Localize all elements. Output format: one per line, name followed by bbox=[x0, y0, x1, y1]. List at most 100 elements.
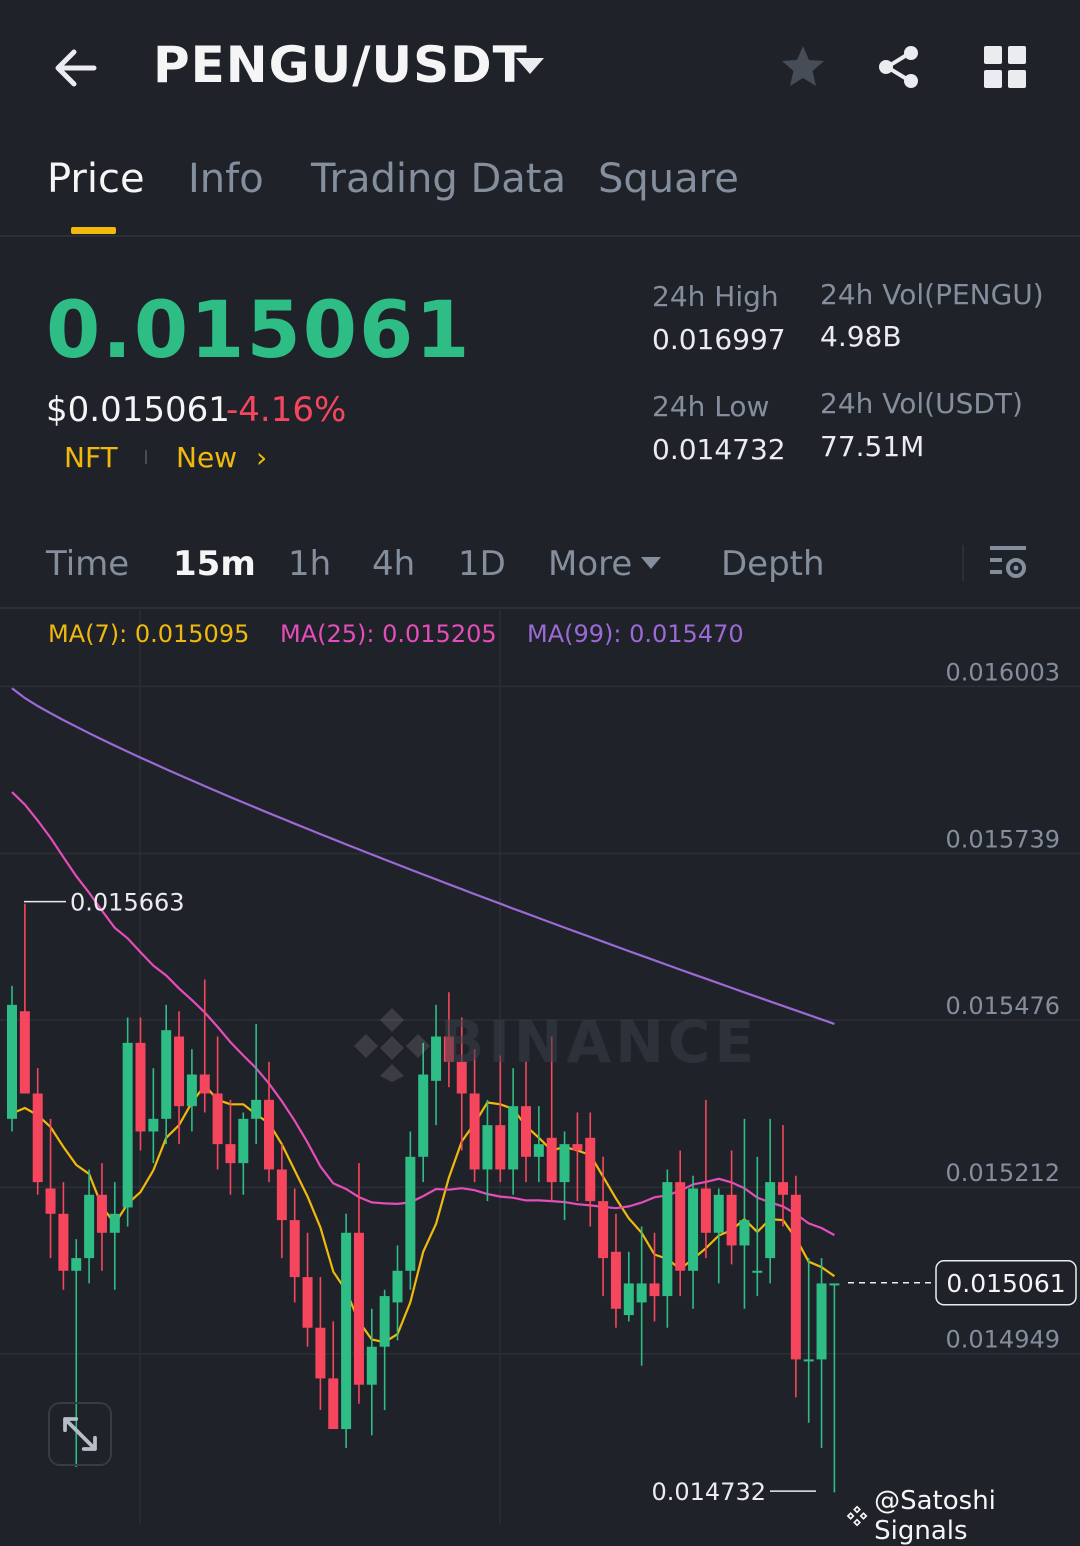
candle-body bbox=[829, 1283, 840, 1286]
candle-body bbox=[585, 1137, 596, 1202]
candle-body bbox=[546, 1137, 557, 1183]
candle bbox=[225, 1099, 236, 1195]
back-arrow-icon[interactable] bbox=[48, 40, 104, 96]
candle bbox=[752, 1156, 763, 1297]
candle-body bbox=[45, 1188, 56, 1214]
divider bbox=[962, 545, 964, 581]
tab-square[interactable]: Square bbox=[598, 156, 739, 202]
high-24h-label: 24h High bbox=[652, 280, 779, 313]
favorite-star-icon[interactable] bbox=[778, 42, 828, 92]
candle-body bbox=[109, 1213, 120, 1233]
high-marker-label: 0.015663 bbox=[70, 889, 185, 917]
candle-body bbox=[803, 1359, 814, 1362]
candle-body bbox=[366, 1346, 377, 1385]
interval-4h[interactable]: 4h bbox=[372, 544, 415, 584]
candle-body bbox=[713, 1194, 724, 1233]
share-icon[interactable] bbox=[874, 42, 924, 92]
candle-body bbox=[212, 1093, 223, 1145]
candle-body bbox=[790, 1194, 801, 1360]
candle bbox=[405, 1131, 416, 1290]
candle bbox=[700, 1099, 711, 1259]
candle-body bbox=[495, 1125, 506, 1170]
candle-body bbox=[7, 1004, 17, 1119]
candle-body bbox=[84, 1194, 95, 1259]
candle-body bbox=[521, 1106, 531, 1157]
depth-tab[interactable]: Depth bbox=[721, 544, 825, 584]
candle-body bbox=[405, 1156, 416, 1271]
candle-body bbox=[649, 1283, 660, 1297]
interval-1h[interactable]: 1h bbox=[288, 544, 331, 584]
candle bbox=[610, 1213, 621, 1328]
high-24h-value: 0.016997 bbox=[652, 323, 786, 356]
credit-watermark: @Satoshi Signals bbox=[846, 1486, 1080, 1546]
candle-body bbox=[276, 1169, 287, 1221]
tag-new[interactable]: New bbox=[176, 441, 237, 474]
candle-body bbox=[559, 1144, 570, 1183]
candle-body bbox=[752, 1270, 763, 1273]
candle-body bbox=[533, 1144, 544, 1157]
tab-price[interactable]: Price bbox=[47, 156, 145, 202]
candle bbox=[109, 1182, 120, 1290]
chevron-right-icon[interactable]: › bbox=[256, 441, 267, 474]
interval-15m[interactable]: 15m bbox=[173, 544, 256, 584]
candle bbox=[251, 1023, 262, 1145]
candle bbox=[482, 1099, 493, 1202]
y-tick-label: 0.014949 bbox=[945, 1326, 1060, 1354]
candle bbox=[829, 1283, 840, 1493]
candle bbox=[199, 979, 210, 1113]
interval-more[interactable]: More bbox=[548, 544, 632, 584]
chart-settings-icon[interactable] bbox=[986, 542, 1030, 584]
tab-info[interactable]: Info bbox=[188, 156, 264, 202]
candle bbox=[58, 1182, 69, 1290]
active-tab-indicator bbox=[71, 227, 116, 234]
candle bbox=[186, 1049, 197, 1132]
candle-body bbox=[302, 1277, 313, 1328]
candle bbox=[135, 1017, 146, 1151]
candle-body bbox=[623, 1283, 634, 1316]
expand-chart-icon[interactable] bbox=[48, 1402, 112, 1466]
candle-body bbox=[96, 1194, 107, 1233]
candle bbox=[765, 1118, 776, 1284]
candle bbox=[585, 1112, 596, 1227]
candle bbox=[341, 1213, 352, 1449]
last-price: 0.015061 bbox=[46, 286, 472, 376]
candle-body bbox=[778, 1182, 788, 1195]
candle-body bbox=[58, 1213, 69, 1271]
candle-body bbox=[289, 1220, 300, 1278]
vol-quote-label: 24h Vol(USDT) bbox=[820, 387, 1023, 420]
candle bbox=[19, 903, 30, 1094]
candle bbox=[598, 1156, 609, 1297]
candle-body bbox=[508, 1106, 519, 1170]
candle bbox=[366, 1308, 377, 1436]
candle-body bbox=[174, 1036, 185, 1107]
interval-time[interactable]: Time bbox=[46, 544, 129, 584]
candle bbox=[508, 1068, 519, 1195]
pair-title[interactable]: PENGU/USDT bbox=[153, 36, 528, 94]
candle bbox=[315, 1277, 326, 1411]
vol-base-label: 24h Vol(PENGU) bbox=[820, 278, 1044, 311]
candle-body bbox=[186, 1074, 197, 1107]
divider bbox=[0, 235, 1080, 237]
candle bbox=[533, 1106, 544, 1183]
ma99-legend: MA(99): 0.015470 bbox=[527, 620, 744, 648]
candle bbox=[649, 1232, 660, 1322]
candle bbox=[778, 1125, 788, 1227]
candle bbox=[7, 985, 17, 1132]
more-caret-icon[interactable] bbox=[641, 557, 661, 569]
candle-body bbox=[264, 1099, 274, 1170]
tag-nft[interactable]: NFT bbox=[64, 441, 118, 474]
candle-body bbox=[135, 1042, 146, 1132]
candle-body bbox=[32, 1093, 43, 1183]
low-marker-label: 0.014732 bbox=[651, 1478, 766, 1506]
candle bbox=[636, 1226, 647, 1366]
candle-body bbox=[199, 1074, 210, 1094]
candle bbox=[122, 1017, 133, 1227]
y-tick-label: 0.015739 bbox=[945, 826, 1060, 854]
pair-dropdown-caret-icon[interactable] bbox=[516, 58, 544, 74]
interval-1d[interactable]: 1D bbox=[458, 544, 506, 584]
tab-trading-data[interactable]: Trading Data bbox=[311, 156, 566, 202]
candle bbox=[623, 1251, 634, 1322]
candle-body bbox=[238, 1118, 249, 1164]
candle-body bbox=[662, 1182, 673, 1297]
grid-menu-icon[interactable] bbox=[982, 44, 1028, 90]
